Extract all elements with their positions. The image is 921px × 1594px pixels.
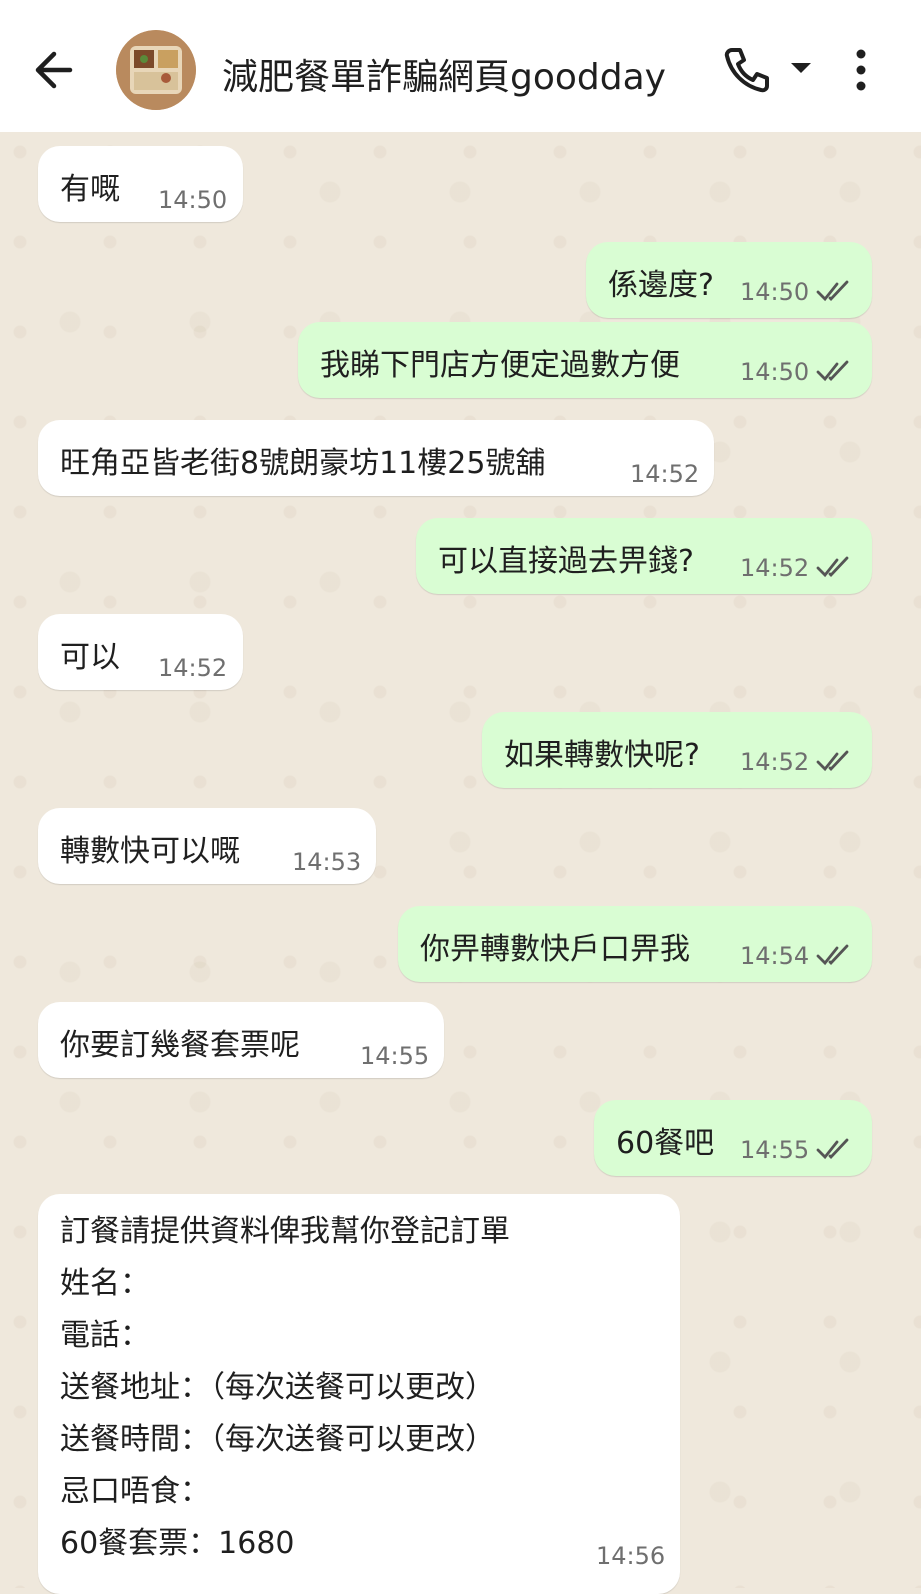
message-bubble-outgoing[interactable]: 可以直接過去畀錢? 14:52 bbox=[416, 518, 872, 594]
read-receipt-icon bbox=[816, 944, 849, 966]
message-text: 訂餐請提供資料俾我幫你登記訂單 姓名： 電話： 送餐地址：（每次送餐可以更改） … bbox=[60, 1214, 510, 1561]
message-bubble-outgoing[interactable]: 60餐吧 14:55 bbox=[594, 1100, 872, 1176]
message-bubble-incoming[interactable]: 可以 14:52 bbox=[38, 614, 243, 690]
message-time: 14:55 bbox=[360, 1042, 430, 1070]
message-bubble-outgoing[interactable]: 如果轉數快呢? 14:52 bbox=[482, 712, 872, 788]
message-bubble-incoming[interactable]: 訂餐請提供資料俾我幫你登記訂單 姓名： 電話： 送餐地址：（每次送餐可以更改） … bbox=[38, 1194, 680, 1594]
message-text: 係邊度? bbox=[608, 268, 714, 303]
read-receipt-icon bbox=[816, 1138, 849, 1160]
contact-name[interactable]: 減肥餐單詐騙網頁goodday bbox=[222, 48, 666, 100]
message-bubble-incoming[interactable]: 轉數快可以嘅 14:53 bbox=[38, 808, 376, 884]
message-time: 14:54 bbox=[740, 942, 810, 970]
more-vert-icon[interactable] bbox=[850, 46, 872, 96]
message-bubble-outgoing[interactable]: 你畀轉數快戶口畀我 14:54 bbox=[398, 906, 872, 982]
message-text: 你要訂幾餐套票呢 bbox=[60, 1028, 300, 1063]
message-time: 14:52 bbox=[740, 554, 810, 582]
message-bubble-outgoing[interactable]: 係邊度? 14:50 bbox=[586, 242, 872, 318]
message-time: 14:52 bbox=[158, 654, 228, 682]
message-text: 你畀轉數快戶口畀我 bbox=[420, 932, 690, 967]
message-text: 旺角亞皆老街8號朗豪坊11樓25號舖 bbox=[60, 446, 546, 481]
contact-avatar[interactable] bbox=[116, 30, 196, 110]
caret-down-icon[interactable] bbox=[788, 58, 814, 78]
message-bubble-outgoing[interactable]: 我睇下門店方便定過數方便 14:50 bbox=[298, 322, 872, 398]
message-time: 14:56 bbox=[596, 1542, 666, 1570]
message-text: 可以 bbox=[60, 640, 120, 675]
message-bubble-incoming[interactable]: 你要訂幾餐套票呢 14:55 bbox=[38, 1002, 444, 1078]
message-time: 14:50 bbox=[740, 358, 810, 386]
read-receipt-icon bbox=[816, 280, 849, 302]
back-arrow-icon[interactable] bbox=[30, 44, 78, 96]
message-time: 14:52 bbox=[740, 748, 810, 776]
message-time: 14:50 bbox=[158, 186, 228, 214]
read-receipt-icon bbox=[816, 556, 849, 578]
message-bubble-incoming[interactable]: 有嘅 14:50 bbox=[38, 146, 243, 222]
message-text: 有嘅 bbox=[60, 172, 120, 207]
message-list[interactable]: 有嘅 14:50 係邊度? 14:50 我睇下門店方便定過數方便 14:50 旺… bbox=[0, 132, 921, 1594]
phone-icon[interactable] bbox=[722, 44, 772, 94]
message-text: 轉數快可以嘅 bbox=[60, 834, 240, 869]
message-time: 14:52 bbox=[630, 460, 700, 488]
message-text: 我睇下門店方便定過數方便 bbox=[320, 348, 680, 383]
read-receipt-icon bbox=[816, 360, 849, 382]
message-time: 14:55 bbox=[740, 1136, 810, 1164]
read-receipt-icon bbox=[816, 750, 849, 772]
message-text: 可以直接過去畀錢? bbox=[438, 544, 694, 579]
message-text: 60餐吧 bbox=[616, 1126, 715, 1161]
message-time: 14:50 bbox=[740, 278, 810, 306]
chat-header: 減肥餐單詐騙網頁goodday bbox=[0, 0, 921, 133]
message-time: 14:53 bbox=[292, 848, 362, 876]
message-text: 如果轉數快呢? bbox=[504, 738, 700, 773]
message-bubble-incoming[interactable]: 旺角亞皆老街8號朗豪坊11樓25號舖 14:52 bbox=[38, 420, 714, 496]
